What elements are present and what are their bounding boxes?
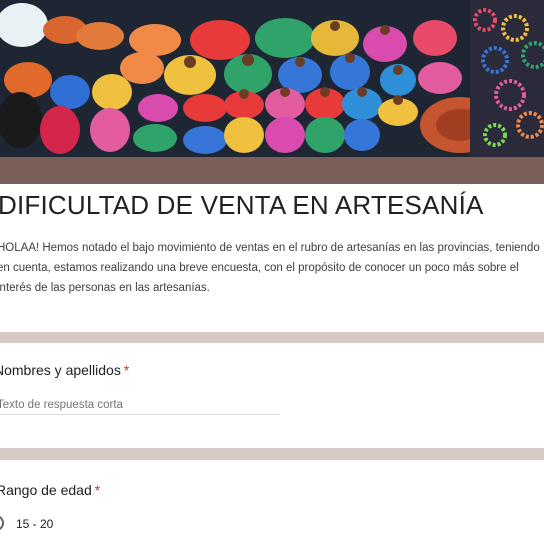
form-accent-bar — [0, 157, 544, 174]
radio-label-15-20: 15 - 20 — [16, 517, 54, 531]
form-title: DIFICULTAD DE VENTA EN ARTESANÍA — [0, 190, 484, 220]
required-asterisk: * — [94, 482, 101, 498]
short-answer-underline — [0, 414, 280, 415]
form-description: HOLAA! Hemos notado el bajo movimiento d… — [0, 242, 540, 294]
question-label-age: Rango de edad * — [0, 482, 101, 498]
question-label-name: Nombres y apellidos * — [0, 362, 130, 378]
required-asterisk: * — [123, 362, 130, 378]
header-banner-image — [0, 0, 544, 157]
question-card-age — [0, 460, 544, 547]
short-answer-input[interactable]: Texto de respuesta corta — [0, 399, 123, 411]
question-card-name — [0, 343, 544, 448]
handicrafts-photo — [0, 0, 544, 157]
